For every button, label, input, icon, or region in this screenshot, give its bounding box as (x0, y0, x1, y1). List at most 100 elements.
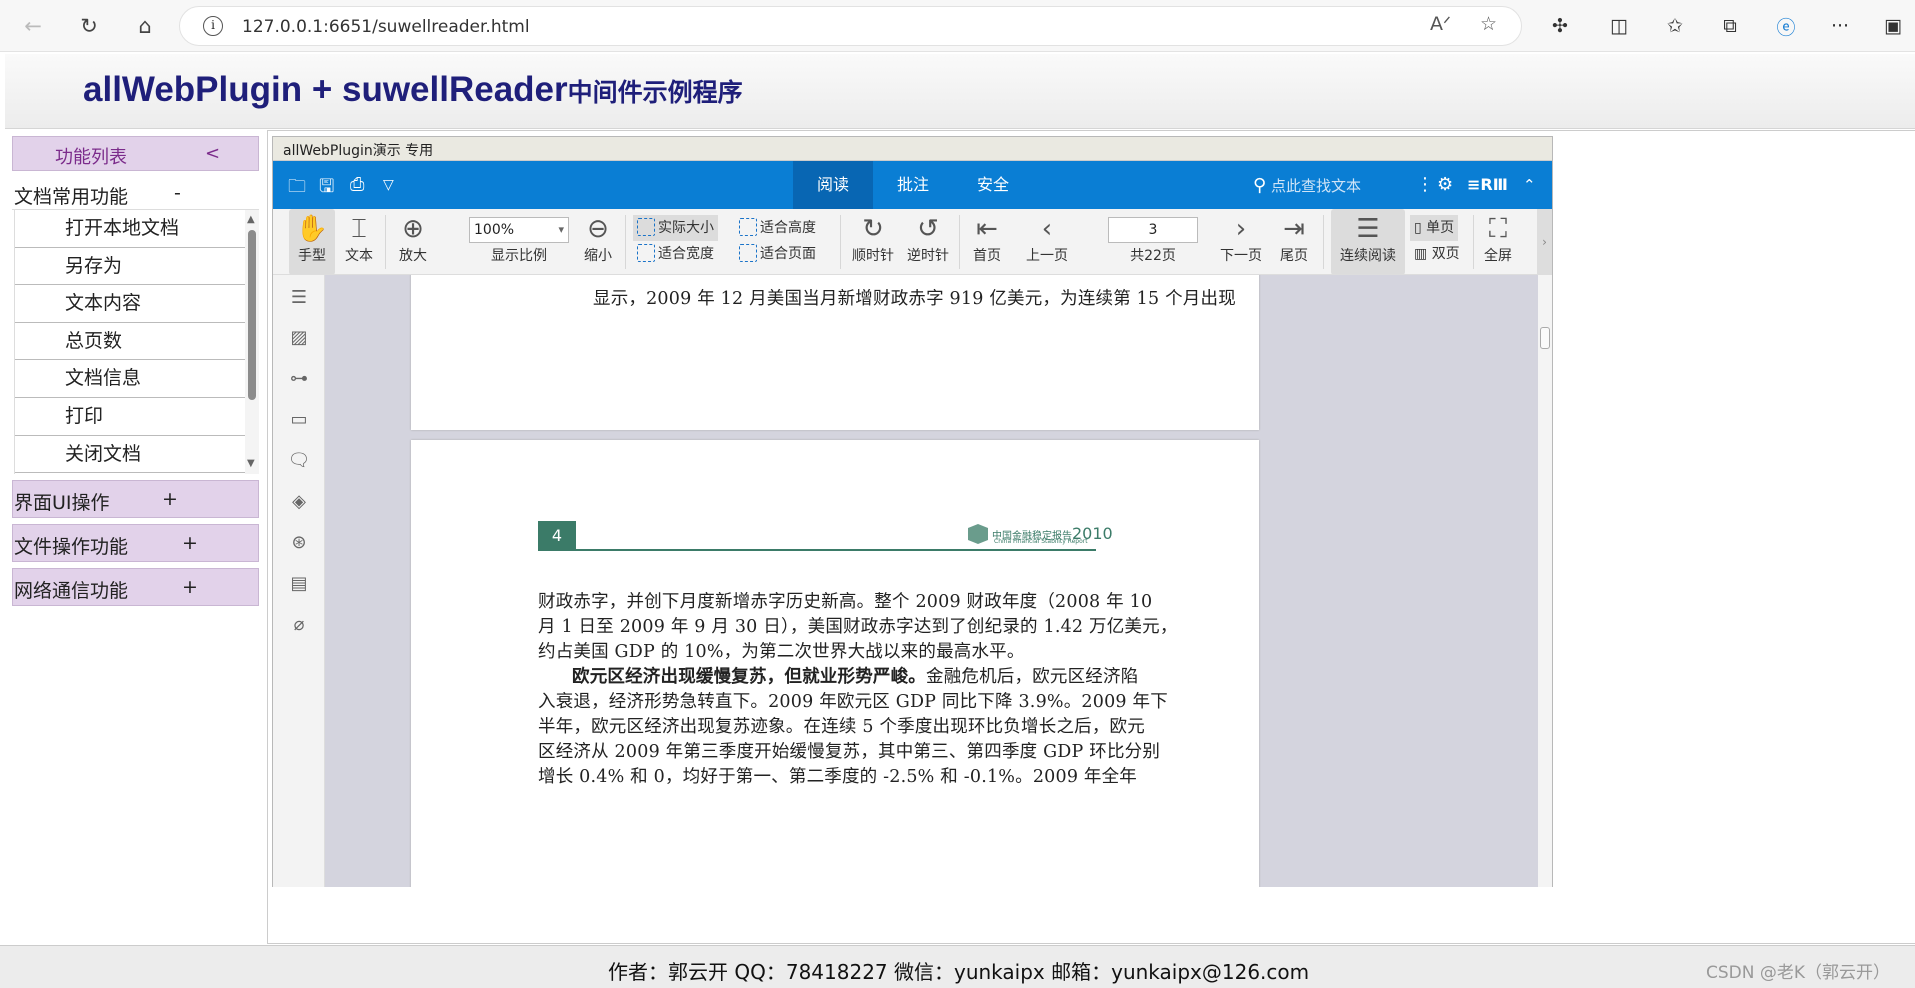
image-icon[interactable]: ▨ (287, 327, 311, 351)
sidebar-item-save-as[interactable]: 另存为 (15, 248, 245, 286)
expand-sign-icon[interactable]: + (182, 576, 198, 598)
annotation-icon[interactable]: 🗨 (287, 450, 311, 474)
zoom-ratio-label-wrap: .显示比例 (469, 209, 569, 274)
toolbar-divider (840, 215, 841, 269)
continuous-read-button[interactable]: ☰ 连续阅读 (1331, 209, 1405, 274)
zoom-in-button[interactable]: ⊕ 放大 (393, 209, 433, 274)
sidebar-item-doc-info[interactable]: 文档信息 (15, 360, 245, 398)
page4-line: 月 1 日至 2009 年 9 月 30 日），美国财政赤字达到了创纪录的 1.… (538, 617, 1178, 637)
read-aloud-icon[interactable]: A͏ᐟ (1430, 13, 1451, 35)
expand-sign-icon[interactable]: + (162, 488, 178, 510)
toolbar-divider (1323, 215, 1324, 269)
url-text[interactable]: 127.0.0.1:6651/suwellreader.html (242, 17, 530, 37)
viewer-tabs: 阅读 批注 安全 (793, 161, 1033, 209)
attachment-clip-icon[interactable]: ⌀ (287, 614, 311, 638)
list-scrollbar[interactable]: ▲ ▼ (245, 210, 259, 474)
fit-page-button[interactable]: 适合页面 (739, 241, 816, 267)
browser-chrome: ← ↻ ⌂ i 127.0.0.1:6651/suwellreader.html… (0, 0, 1915, 52)
sidebar-item-print[interactable]: 打印 (15, 398, 245, 436)
prev-page-button[interactable]: ‹ 上一页 (1019, 209, 1075, 274)
document-scrollbar[interactable] (1538, 275, 1552, 887)
zoom-in-icon: ⊕ (402, 214, 424, 244)
function-sidebar: 功能列表 < 文档常用功能 - 打开本地文档 另存为 文本内容 总页数 文档信息… (12, 136, 259, 606)
save-icon[interactable]: 🖫 (319, 174, 334, 204)
fit-height-icon (739, 218, 757, 236)
tab-security[interactable]: 安全 (953, 161, 1033, 209)
text-tool-button[interactable]: ⌶ 文本 (339, 209, 379, 274)
scroll-thumb[interactable] (248, 230, 256, 400)
actual-size-label: 实际大小 (658, 220, 714, 236)
category-file-operations[interactable]: 文件操作功能 + (12, 524, 259, 562)
more-icon[interactable]: ··· (1825, 11, 1855, 41)
outline-icon[interactable]: ☰ (287, 287, 311, 311)
expand-sign-icon[interactable]: + (182, 532, 198, 554)
tree-icon[interactable]: ⊶ (287, 368, 311, 392)
search-box[interactable]: ⚲ 点此查找文本 (1253, 175, 1361, 196)
back-icon[interactable]: ← (18, 11, 48, 41)
first-page-button[interactable]: ⇤ 首页 (967, 209, 1007, 274)
single-page-button[interactable]: ▯ 单页 (1410, 215, 1459, 241)
category-ui-operations[interactable]: 界面UI操作 + (12, 480, 259, 518)
report-logo-icon (968, 524, 988, 544)
page-number-badge: 4 (538, 521, 576, 551)
sidebar-toggle-icon[interactable]: ▣ (1878, 11, 1908, 41)
collapse-ribbon-icon[interactable]: ⌃ (1523, 176, 1536, 194)
page4-line: 增长 0.4% 和 0，均好于第一、第二季度的 -2.5% 和 -0.1%。20… (538, 767, 1138, 787)
scroll-up-icon[interactable]: ▲ (247, 214, 255, 225)
settings-gear-icon[interactable]: ⚙ (1437, 174, 1453, 195)
tab-annotate[interactable]: 批注 (873, 161, 953, 209)
last-page-button[interactable]: ⇥ 尾页 (1273, 209, 1315, 274)
fit-width-button[interactable]: 适合宽度 (637, 241, 714, 267)
more-vertical-icon[interactable]: ⋮ (1416, 174, 1434, 195)
actual-size-button[interactable]: 实际大小 (633, 215, 718, 241)
document-scroll-thumb[interactable] (1540, 327, 1550, 349)
zoom-out-button[interactable]: ⊖ 缩小 (578, 209, 618, 274)
refresh-icon[interactable]: ↻ (74, 11, 104, 41)
hand-tool-button[interactable]: ✋ 手型 (289, 209, 335, 274)
sidebar-item-page-count[interactable]: 总页数 (15, 323, 245, 361)
fit-height-button[interactable]: 适合高度 (739, 215, 816, 241)
sidebar-item-open-local[interactable]: 打开本地文档 (15, 210, 245, 248)
zoom-out-label: 缩小 (584, 248, 612, 264)
collections-icon[interactable]: ⧉ (1715, 11, 1745, 41)
toolbar-divider (1473, 215, 1474, 269)
rotate-ccw-button[interactable]: ↺ 逆时针 (903, 209, 953, 274)
category-network[interactable]: 网络通信功能 + (12, 568, 259, 606)
open-folder-icon[interactable]: 🗀 (288, 174, 306, 204)
function-list-header[interactable]: 功能列表 < (12, 136, 259, 171)
fullscreen-button[interactable]: ⛶ 全屏 (1478, 209, 1518, 274)
seal-icon[interactable]: ⊛ (287, 532, 311, 556)
toolbar-scroll-right-icon[interactable]: › (1537, 209, 1552, 274)
double-page-button[interactable]: ▥ 双页 (1414, 241, 1460, 267)
search-placeholder[interactable]: 点此查找文本 (1271, 177, 1361, 195)
tab-read[interactable]: 阅读 (793, 161, 873, 209)
layers-icon[interactable]: ◈ (287, 491, 311, 515)
zoom-in-label: 放大 (399, 248, 427, 264)
info-icon[interactable]: i (203, 16, 223, 36)
collapse-sign-icon[interactable]: - (174, 182, 181, 204)
sidebar-item-close-doc[interactable]: 关闭文档 (15, 436, 245, 474)
document-area[interactable]: 显示，2009 年 12 月美国当月新增财政赤字 919 亿美元，为连续第 15… (325, 275, 1538, 887)
attachments-list-icon[interactable]: ▤ (287, 573, 311, 597)
category-label: 文件操作功能 (14, 536, 129, 558)
split-screen-icon[interactable]: ◫ (1604, 11, 1634, 41)
search-icon[interactable]: ⚲ (1253, 175, 1266, 196)
edge-icon[interactable]: ⓔ (1771, 11, 1801, 41)
home-icon[interactable]: ⌂ (130, 11, 160, 41)
next-page-button[interactable]: › 下一页 (1213, 209, 1269, 274)
extensions-icon[interactable]: ✣ (1545, 11, 1575, 41)
page4-line: 区经济从 2009 年第三季度开始缓慢复苏，其中第三、第四季度 GDP 环比分别 (538, 742, 1161, 762)
rotate-cw-button[interactable]: ↻ 顺时针 (848, 209, 898, 274)
collapse-arrow-icon[interactable]: < (205, 143, 220, 164)
dropdown-icon[interactable]: ▽ (383, 177, 394, 193)
group-common-functions[interactable]: 文档常用功能 - (12, 176, 259, 210)
page-4: 4 中国金融稳定报告2010 China Financial Stability… (411, 440, 1259, 887)
favorites-icon[interactable]: ✩ (1660, 11, 1690, 41)
bookmark-icon[interactable]: ▭ (287, 409, 311, 433)
sidebar-item-text-content[interactable]: 文本内容 (15, 285, 245, 323)
scroll-down-icon[interactable]: ▼ (247, 458, 255, 469)
address-bar[interactable]: i 127.0.0.1:6651/suwellreader.html A͏ᐟ ☆ (179, 6, 1522, 46)
favorite-star-icon[interactable]: ☆ (1480, 13, 1497, 35)
viewer-toolbar: ✋手型 ⌶文本 ⊕放大 100% .显示比例 ⊖缩小 实际大小 适合宽度 适合高… (273, 209, 1552, 275)
print-icon[interactable]: ⎙ (350, 174, 364, 195)
